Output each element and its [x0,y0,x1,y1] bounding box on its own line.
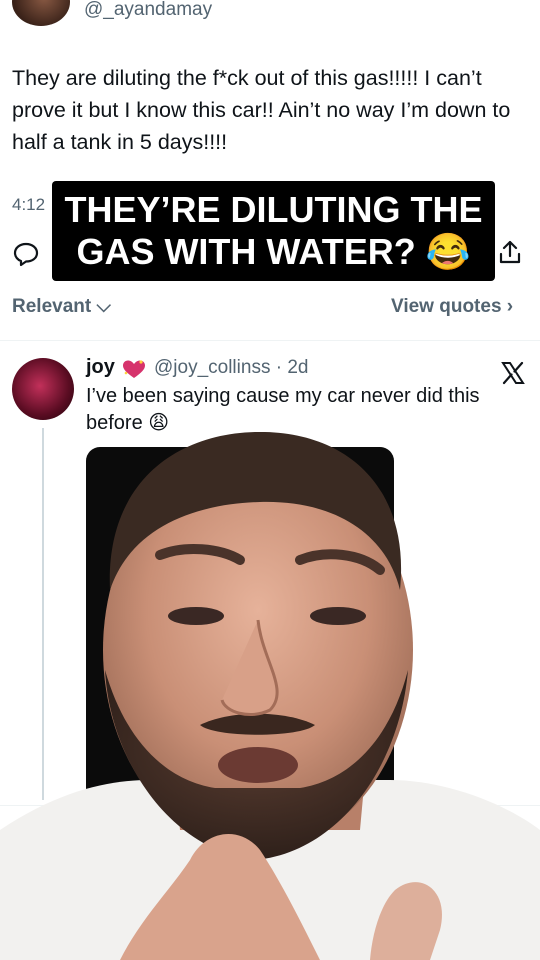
reply-icon[interactable] [12,240,40,268]
reply-author-name[interactable]: joy [86,356,115,379]
author-handle[interactable]: @_ayandamay [84,0,212,21]
person-video-overlay [0,431,540,960]
tweet-text: They are diluting the f*ck out of this g… [12,66,511,154]
view-quotes-link[interactable]: View quotes › [391,296,513,318]
sparkling-heart-icon [123,360,145,378]
share-icon[interactable] [496,238,524,266]
caption-line-2: GAS WITH WATER? 😂 [76,231,471,272]
sort-relevant-dropdown[interactable]: Relevant ⌵ [12,296,111,318]
reply-handle-time[interactable]: @joy_collinss · 2d [154,357,308,379]
reply-avatar[interactable] [12,358,74,420]
caption-line-1: THEY’RE DILUTING THE [64,189,483,230]
video-caption-overlay: THEY’RE DILUTING THE GAS WITH WATER? 😂 [52,181,495,281]
video-timestamp: 4:12 [12,195,46,214]
author-avatar[interactable] [12,0,70,26]
divider [0,340,540,341]
